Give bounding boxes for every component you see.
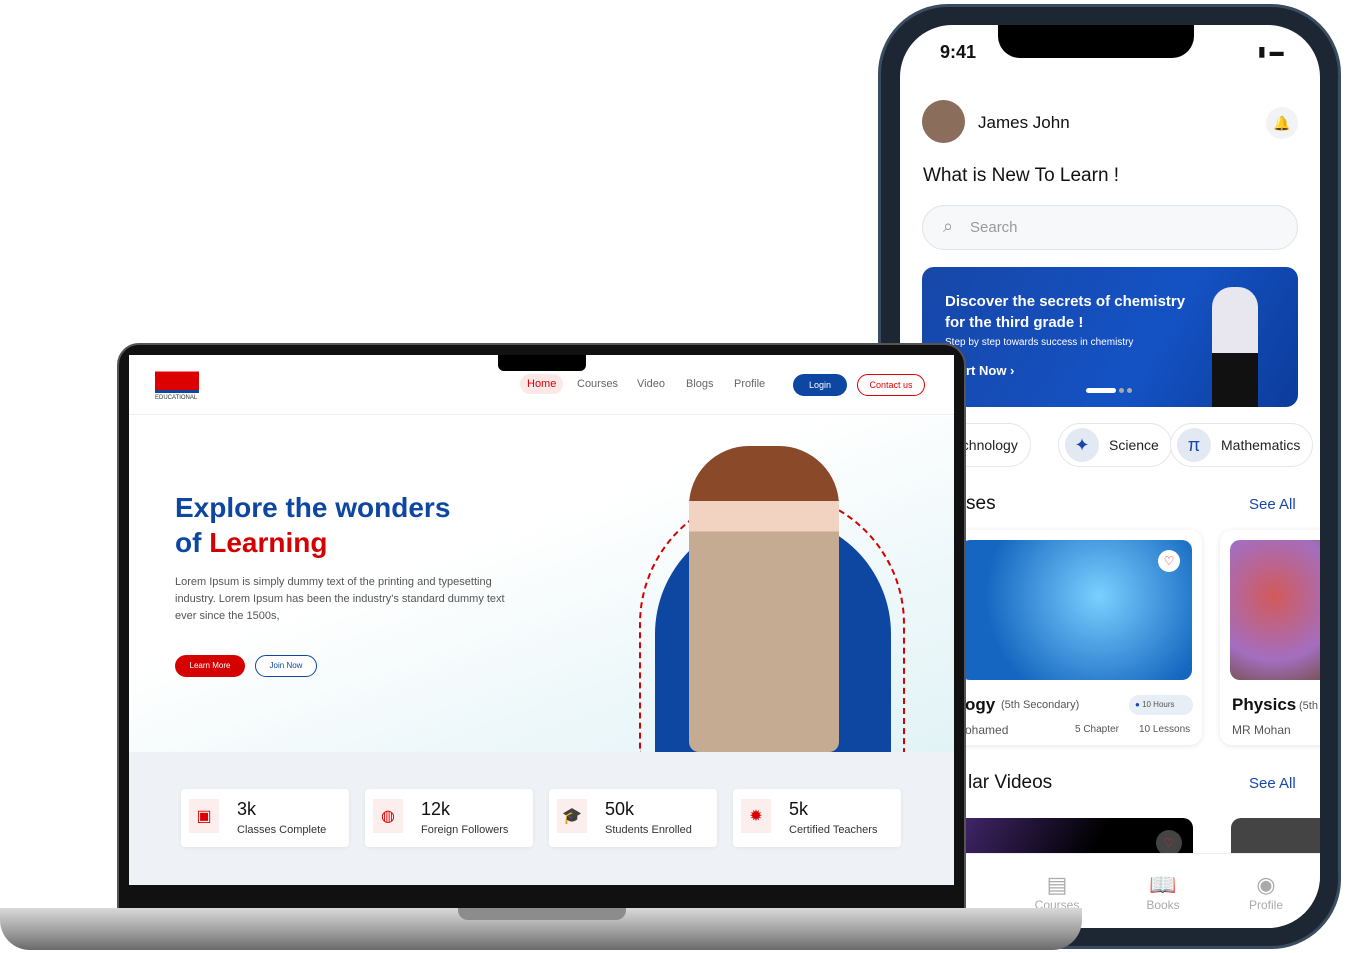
dna-icon: ✦ bbox=[1065, 428, 1099, 462]
tab-courses[interactable]: ▤ Courses bbox=[1022, 872, 1092, 912]
book-icon: 📖 bbox=[1149, 872, 1177, 897]
hours-badge: ● 10 Hours bbox=[1129, 695, 1193, 715]
learn-more-button[interactable]: Learn More bbox=[175, 655, 245, 677]
course-title: Physics bbox=[1232, 695, 1297, 714]
heart-icon[interactable]: ♡ bbox=[1158, 550, 1180, 572]
courses-icon: ▤ bbox=[1046, 872, 1068, 897]
tab-label: Profile bbox=[1248, 898, 1283, 912]
carousel-dot[interactable] bbox=[1119, 388, 1124, 393]
carousel-dot-active[interactable] bbox=[1086, 388, 1116, 393]
videos-heading: lar Videos bbox=[968, 772, 1053, 793]
category-label: Science bbox=[1109, 437, 1159, 453]
course-card[interactable]: Physics (5th MR Mohan bbox=[1220, 530, 1320, 745]
course-title: ogy bbox=[965, 695, 996, 714]
hero-title-line2: of Learning bbox=[175, 527, 327, 559]
stat-label: Students Enrolled bbox=[605, 824, 692, 836]
laptop-base-groove bbox=[458, 908, 626, 920]
category-label: Mathematics bbox=[1221, 437, 1301, 453]
teacher-image bbox=[1212, 287, 1258, 407]
stat-value: 50k bbox=[605, 799, 635, 819]
start-now-link[interactable]: rt Now › bbox=[966, 363, 1014, 378]
category-science[interactable]: ✦ Science bbox=[1058, 423, 1172, 467]
course-card[interactable]: ♡ ogy (5th Secondary) ● 10 Hours ohamed … bbox=[940, 530, 1202, 745]
carousel-dot[interactable] bbox=[1127, 388, 1132, 393]
stat-label: Foreign Followers bbox=[421, 824, 509, 836]
teacher-image bbox=[689, 446, 839, 752]
hero-title-line1: Explore the wonders bbox=[175, 492, 451, 523]
course-teacher: ohamed bbox=[965, 723, 1009, 737]
stat-classes: ▣ 3k Classes Complete bbox=[181, 789, 349, 847]
courses-heading: ses bbox=[966, 493, 996, 514]
tab-profile[interactable]: ◉ Profile bbox=[1231, 872, 1301, 912]
course-grade: (5th bbox=[1299, 700, 1318, 712]
course-lessons: 10 Lessons bbox=[1139, 724, 1191, 735]
nav-home[interactable]: Home bbox=[520, 374, 564, 394]
stat-label: Classes Complete bbox=[237, 824, 327, 836]
promo-banner[interactable]: Discover the secrets of chemistry for th… bbox=[922, 267, 1298, 407]
search-icon: ⌕ bbox=[943, 216, 954, 236]
login-button[interactable]: Login bbox=[793, 374, 847, 396]
status-icons: ▮ ▬ bbox=[1258, 43, 1284, 59]
phone-notch bbox=[998, 25, 1194, 58]
globe-icon: ◍ bbox=[373, 799, 403, 833]
banner-title: Discover the secrets of chemistry for th… bbox=[945, 293, 1186, 331]
nav-video[interactable]: Video bbox=[637, 378, 665, 390]
see-all-videos[interactable]: See All bbox=[1249, 775, 1296, 792]
stat-value: 12k bbox=[421, 799, 451, 819]
tab-label: Books bbox=[1146, 898, 1180, 912]
pi-icon: π bbox=[1177, 428, 1211, 462]
laptop-screen: EDUCATIONAL Home Courses Video Blogs Pro… bbox=[129, 355, 954, 885]
bell-icon[interactable]: 🔔 bbox=[1266, 107, 1298, 139]
status-time: 9:41 bbox=[940, 42, 977, 62]
hero-section: Explore the wonders of Learning Lorem Ip… bbox=[129, 416, 954, 752]
stat-label: Certified Teachers bbox=[789, 824, 878, 836]
profile-icon: ◉ bbox=[1256, 872, 1276, 897]
stats-section: ▣ 3k Classes Complete ◍ 12k Foreign Follower… bbox=[129, 752, 954, 885]
clock-icon: ● bbox=[1135, 700, 1143, 709]
hero-title-prefix: of bbox=[175, 527, 210, 558]
page-heading: What is New To Learn ! bbox=[923, 165, 1120, 186]
search-placeholder: Search bbox=[970, 219, 1018, 236]
user-name: James John bbox=[978, 113, 1070, 132]
stat-value: 3k bbox=[237, 799, 257, 819]
laptop-code-icon: ▣ bbox=[189, 799, 219, 833]
hero-title-highlight: Learning bbox=[209, 527, 328, 558]
stat-students: 🎓 50k Students Enrolled bbox=[549, 789, 717, 847]
nav-courses[interactable]: Courses bbox=[577, 378, 618, 390]
join-now-button[interactable]: Join Now bbox=[255, 655, 317, 677]
laptop-camera-notch bbox=[498, 355, 586, 371]
see-all-courses[interactable]: See All bbox=[1249, 496, 1296, 513]
hero-description: Lorem Ipsum is simply dummy text of the … bbox=[175, 576, 505, 622]
avatar[interactable] bbox=[922, 100, 965, 143]
nav-blogs[interactable]: Blogs bbox=[686, 378, 714, 390]
banner-subtitle: Step by step towards success in chemistr… bbox=[945, 337, 1134, 348]
logo-icon[interactable] bbox=[155, 367, 199, 393]
category-mathematics[interactable]: π Mathematics bbox=[1170, 423, 1314, 467]
search-input[interactable]: ⌕ Search bbox=[922, 205, 1298, 250]
tab-books[interactable]: 📖 Books bbox=[1128, 872, 1198, 912]
stat-followers: ◍ 12k Foreign Followers bbox=[365, 789, 533, 847]
hours-text: 10 Hours bbox=[1142, 700, 1175, 709]
graduate-icon: 🎓 bbox=[557, 799, 587, 833]
stat-value: 5k bbox=[789, 799, 809, 819]
certified-badge-icon: ✹ bbox=[741, 799, 771, 833]
nav-profile[interactable]: Profile bbox=[734, 378, 765, 390]
course-teacher: MR Mohan bbox=[1232, 723, 1291, 737]
contact-button[interactable]: Contact us bbox=[857, 374, 925, 396]
course-grade: (5th Secondary) bbox=[1001, 699, 1080, 711]
course-image bbox=[1230, 540, 1320, 680]
course-chapters: 5 Chapter bbox=[1075, 724, 1119, 735]
stat-teachers: ✹ 5k Certified Teachers bbox=[733, 789, 901, 847]
logo-text: EDUCATIONAL bbox=[155, 395, 198, 401]
